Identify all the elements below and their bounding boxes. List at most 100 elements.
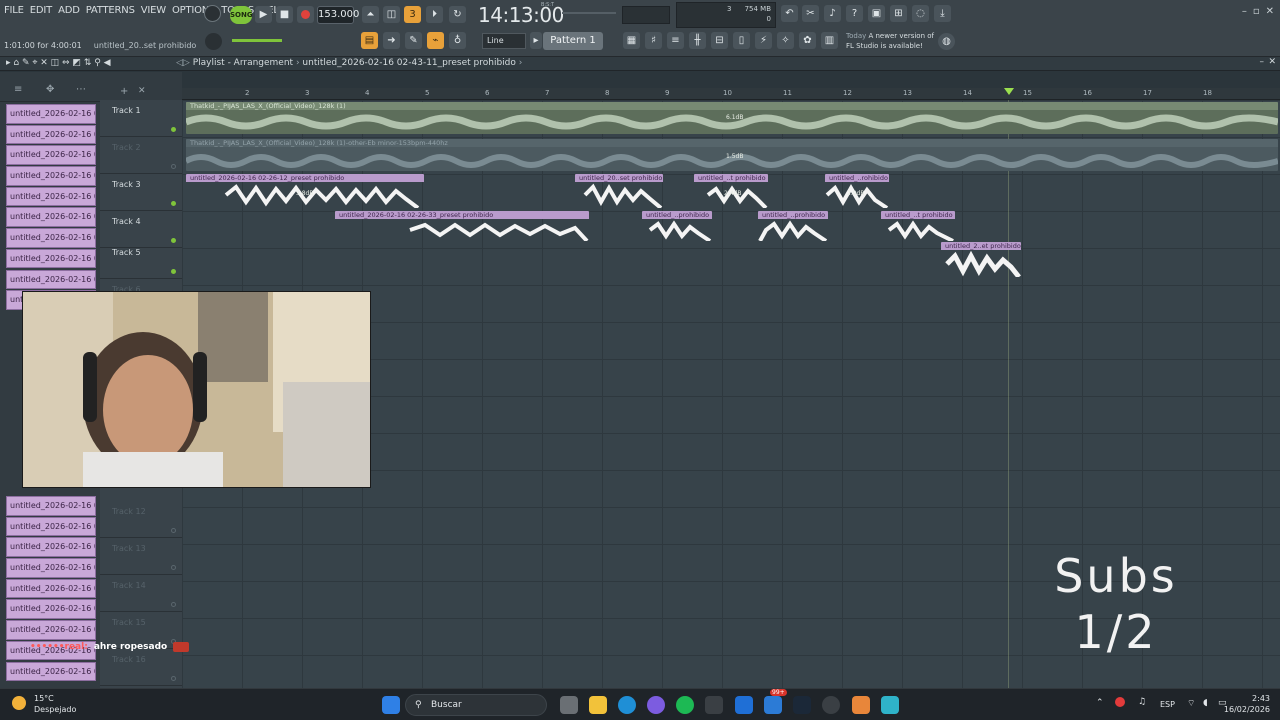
close-icon[interactable]: ✕ — [1266, 6, 1274, 17]
edge-icon[interactable] — [618, 696, 636, 714]
menu-view[interactable]: VIEW — [141, 5, 166, 16]
steam-icon[interactable] — [793, 696, 811, 714]
browser-item[interactable]: untitled_2026-02-16 02- — [6, 166, 96, 186]
browser-item[interactable]: untitled_2026-02-16 02- — [6, 145, 96, 165]
pattern-prev-icon[interactable]: ▸ — [530, 32, 542, 49]
cut-icon[interactable]: ✂ — [802, 5, 819, 22]
menu-edit[interactable]: EDIT — [30, 5, 52, 16]
browser-item[interactable]: untitled_2026-02-16 02- — [6, 578, 96, 599]
browser-item[interactable]: untitled_2026-02-16 02- — [6, 104, 96, 124]
track-mute-led[interactable] — [171, 164, 176, 169]
language-indicator[interactable]: ESP — [1160, 700, 1175, 709]
browser-item[interactable]: untitled_2026-02-16 02- — [6, 537, 96, 557]
file-icon[interactable]: ▯ — [733, 32, 750, 49]
menu-add[interactable]: ADD — [58, 5, 80, 16]
clock-tray[interactable]: 2:43 16/02/2026 — [1224, 693, 1270, 715]
mail-icon[interactable]: 99+ — [764, 689, 787, 714]
song-mode-toggle[interactable]: SONG — [230, 6, 253, 24]
track-mute-led[interactable] — [171, 528, 176, 533]
track-mute-led[interactable] — [171, 602, 176, 607]
update-notice[interactable]: Today A newer version of FL Studio is av… — [846, 31, 936, 51]
audio-clip[interactable]: untitled_2026-02-16 02-26-12_preset proh… — [186, 174, 424, 208]
audio-clip[interactable]: untitled_..rohibido 2.9dB — [825, 174, 889, 208]
tray-app-icon[interactable] — [1115, 697, 1125, 707]
playlist-view-icon[interactable]: ≡ — [667, 32, 684, 49]
channel-rack-icon[interactable]: ▦ — [623, 32, 640, 49]
browser-item[interactable]: untitled_2026-02-16 02- — [6, 496, 96, 516]
stamp-icon[interactable]: ♁ — [449, 32, 466, 49]
pattern-selector[interactable]: Pattern 1 — [543, 32, 603, 50]
browser-item[interactable]: untitled_2026-02-16 02- — [6, 620, 96, 640]
browser-item[interactable]: untitled_2026-02-16 02- — [6, 248, 96, 269]
track-mute-led[interactable] — [171, 565, 176, 570]
record-button[interactable] — [297, 6, 314, 23]
store-icon[interactable] — [705, 696, 723, 714]
weather-widget[interactable]: 15°C Despejado — [12, 693, 76, 715]
track-mute-led[interactable] — [171, 676, 176, 681]
clear-icon[interactable]: ✕ — [138, 86, 146, 96]
outlook-icon[interactable] — [735, 696, 753, 714]
menu-file[interactable]: FILE — [4, 5, 24, 16]
audio-clip[interactable]: untitled_..t prohibido — [881, 211, 955, 241]
browser-item[interactable]: untitled_2026-02-16 02- — [6, 661, 96, 681]
link-icon[interactable]: ⌁ — [427, 32, 444, 49]
audio-clip[interactable]: untitled_..prohibido — [758, 211, 828, 241]
plug-icon[interactable]: ⚡ — [755, 32, 772, 49]
countdown-icon[interactable]: 3 — [404, 6, 421, 23]
spotify-icon[interactable] — [676, 696, 694, 714]
tempo-display[interactable]: 153.000 — [317, 6, 359, 24]
pitch-knob[interactable] — [205, 33, 222, 50]
metronome-icon[interactable]: ⏶ — [362, 6, 379, 23]
audio-clip[interactable]: untitled_2..et prohibido — [941, 242, 1021, 277]
main-volume-slider[interactable] — [232, 39, 282, 42]
browser-collapse-icon[interactable]: ≡ — [14, 84, 22, 95]
taskbar-search[interactable]: ⚲ Buscar — [405, 694, 547, 716]
browser-item[interactable]: untitled_2026-02-16 02- — [6, 207, 96, 227]
playhead-marker[interactable] — [1004, 88, 1014, 95]
timeline-ruler[interactable]: 2 3 4 5 6 7 8 9 10 11 12 13 14 15 16 17 … — [182, 88, 1280, 100]
track-header[interactable]: Track 3 — [100, 174, 182, 211]
browser-item[interactable]: untitled_2026-02-16 02- — [6, 186, 96, 207]
audio-clip[interactable]: untitled_2026-02-16 02-26-33_preset proh… — [335, 211, 589, 241]
piano-roll-icon[interactable]: ♯ — [645, 32, 662, 49]
file-explorer-icon[interactable] — [589, 696, 607, 714]
audio-clip[interactable]: untitled_..t prohibido 2.4dB — [694, 174, 768, 208]
plugin-icon[interactable]: ⊞ — [890, 5, 907, 22]
browser-menu-icon[interactable]: ⋯ — [76, 84, 86, 95]
download-icon[interactable]: ⤓ — [934, 5, 951, 22]
master-volume-knob[interactable] — [204, 5, 221, 22]
playlist-close-icon[interactable]: ✕ — [1268, 57, 1276, 67]
track-header[interactable]: Track 13 — [100, 538, 182, 575]
playlist-minimize-icon[interactable]: – — [1260, 57, 1265, 67]
play-button[interactable]: ▶ — [255, 6, 272, 23]
wifi-icon[interactable]: ⌔ — [1187, 698, 1195, 709]
minimize-icon[interactable]: – — [1242, 6, 1247, 17]
wait-for-input-icon[interactable]: ◫ — [383, 6, 400, 23]
blend-notes-icon[interactable]: ⏵ — [426, 6, 443, 23]
track-header[interactable]: Track 12 — [100, 501, 182, 538]
marker-icon[interactable]: ✿ — [799, 32, 816, 49]
browser-item[interactable]: untitled_2026-02-16 02- — [6, 558, 96, 578]
save-icon[interactable]: ▣ — [868, 5, 885, 22]
news-icon[interactable]: ▥ — [821, 32, 838, 49]
snap-select[interactable]: Line — [482, 33, 526, 49]
help-icon[interactable]: ? — [846, 5, 863, 22]
undo-icon[interactable]: ↶ — [781, 5, 798, 22]
track-mute-led[interactable] — [171, 269, 176, 274]
arrow-icon[interactable]: ➜ — [383, 32, 400, 49]
browser-item[interactable]: untitled_2026-02-16 02- — [6, 269, 96, 289]
playlist-icon[interactable]: ▤ — [361, 32, 378, 49]
audio-clip[interactable]: Thatkid_-_PIJAS_LAS_X_(Official_Video)_1… — [186, 139, 1278, 171]
track-mute-led[interactable] — [171, 127, 176, 132]
track-header[interactable]: Track 2 — [100, 137, 182, 174]
browser-item[interactable]: untitled_2026-02-16 02- — [6, 516, 96, 537]
menu-patterns[interactable]: PATTERNS — [86, 5, 135, 16]
microphone-tray-icon[interactable]: ♫ — [1138, 697, 1146, 707]
browser-item[interactable]: untitled_2026-02-16 02- — [6, 228, 96, 248]
globe-icon[interactable]: ◍ — [938, 33, 955, 50]
tray-expand-icon[interactable]: ⌃ — [1096, 698, 1104, 708]
audio-clip[interactable]: untitled_20..set prohibido — [575, 174, 663, 208]
notepad-icon[interactable] — [881, 696, 899, 714]
add-track-icon[interactable]: + — [120, 86, 128, 97]
track-header[interactable]: Track 14 — [100, 575, 182, 612]
